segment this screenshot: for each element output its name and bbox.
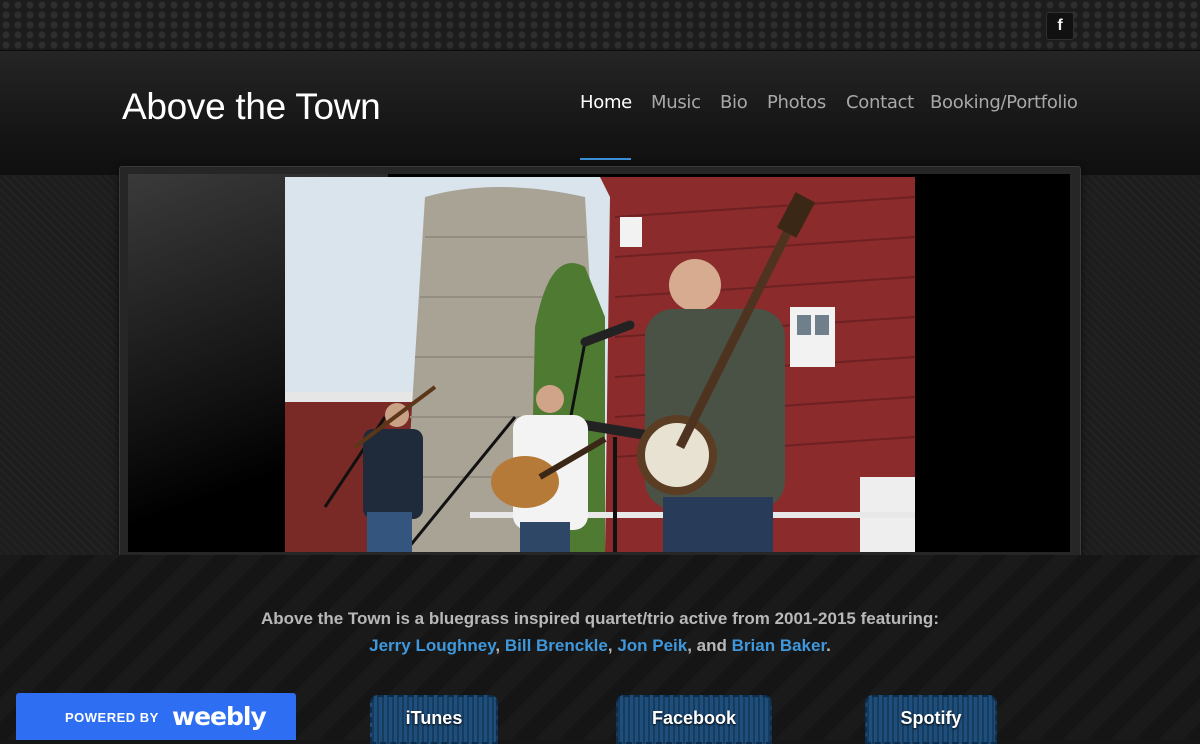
member-link-jon-peik[interactable]: Jon Peik (617, 636, 687, 655)
member-link-bill-brenckle[interactable]: Bill Brenckle (505, 636, 608, 655)
band-photo (285, 177, 915, 552)
powered-by-weebly-badge[interactable]: POWERED BY weebly (16, 693, 296, 740)
nav-photos[interactable]: Photos (767, 92, 826, 113)
nav-contact[interactable]: Contact (846, 92, 914, 113)
members-line: Jerry Loughney, Bill Brenckle, Jon Peik,… (369, 636, 831, 655)
top-bar (0, 0, 1200, 51)
nav-booking-portfolio[interactable]: Booking/Portfolio (930, 92, 1078, 113)
nav-music[interactable]: Music (651, 92, 701, 113)
nav-home[interactable]: Home (580, 92, 632, 113)
itunes-button[interactable]: iTunes (370, 695, 498, 744)
site-title[interactable]: Above the Town (122, 86, 381, 128)
nav-active-underline (580, 158, 631, 160)
member-link-jerry-loughney[interactable]: Jerry Loughney (369, 636, 495, 655)
facebook-button[interactable]: Facebook (616, 695, 772, 744)
powered-by-label: POWERED BY (65, 710, 159, 725)
intro-text: Above the Town is a bluegrass inspired q… (0, 605, 1200, 659)
spotify-button[interactable]: Spotify (865, 695, 997, 744)
weebly-logo: weebly (172, 702, 267, 731)
nav-bio[interactable]: Bio (720, 92, 748, 113)
member-link-brian-baker[interactable]: Brian Baker (732, 636, 827, 655)
facebook-icon[interactable]: f (1046, 12, 1074, 40)
intro-line: Above the Town is a bluegrass inspired q… (261, 609, 939, 628)
